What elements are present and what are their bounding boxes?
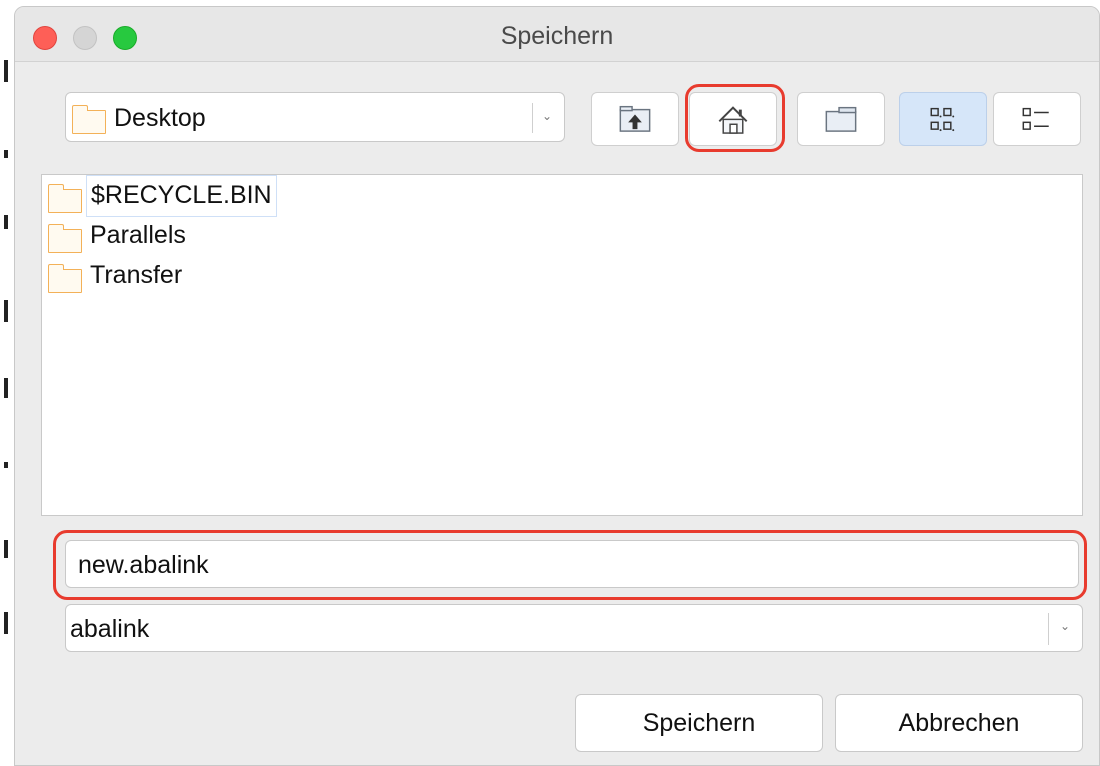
dropdown-divider (1048, 613, 1049, 645)
window-title: Speichern (500, 22, 614, 50)
file-list[interactable]: $RECYCLE.BIN Parallels Transfer (41, 174, 1083, 516)
file-list-item[interactable]: $RECYCLE.BIN (42, 175, 742, 217)
parent-folder-button[interactable] (591, 92, 679, 146)
chevron-down-icon: ⌄ (1060, 619, 1071, 633)
dialog-content: Desktop ⌄ $RECYCLE.BIN Parallels Transfe… (15, 62, 1099, 765)
icon-view-icon (930, 107, 955, 132)
cancel-button[interactable]: Abbrechen (835, 694, 1083, 752)
icon-view-button[interactable] (899, 92, 987, 146)
file-name: $RECYCLE.BIN (86, 175, 277, 217)
folder-icon (47, 184, 82, 213)
filename-input[interactable]: new.abalink (65, 540, 1079, 588)
background-text-fragment (4, 60, 8, 82)
new-folder-icon (825, 106, 857, 132)
background-text-fragment (4, 300, 8, 322)
background-text-fragment (4, 612, 8, 634)
filename-value: new.abalink (78, 551, 209, 579)
title-bar: Speichern (15, 7, 1099, 62)
save-button[interactable]: Speichern (575, 694, 823, 752)
list-view-icon (1022, 107, 1049, 130)
new-folder-button[interactable] (797, 92, 885, 146)
location-label: Desktop (114, 104, 206, 132)
location-dropdown[interactable]: Desktop ⌄ (65, 92, 565, 142)
folder-icon (47, 224, 82, 253)
folder-icon (71, 105, 106, 134)
background-text-fragment (4, 462, 8, 468)
background-text-fragment (4, 378, 8, 398)
file-name: Transfer (90, 261, 183, 289)
background-text-fragment (4, 540, 8, 558)
dropdown-divider (532, 103, 533, 133)
file-list-item[interactable]: Parallels (42, 215, 742, 255)
list-view-button[interactable] (993, 92, 1081, 146)
chevron-down-icon: ⌄ (542, 109, 553, 123)
folder-up-icon (619, 105, 651, 132)
file-list-item[interactable]: Transfer (42, 255, 742, 295)
background-text-fragment (4, 215, 8, 229)
home-icon (718, 106, 748, 134)
background-text-fragment (4, 150, 8, 158)
folder-icon (47, 264, 82, 293)
file-type-select[interactable]: abalink ⌄ (65, 604, 1083, 652)
home-button[interactable] (689, 92, 777, 146)
file-name: Parallels (90, 221, 186, 249)
file-type-value: abalink (70, 615, 150, 643)
save-dialog: Speichern Desktop ⌄ $RECYCLE.BIN Paralle… (14, 6, 1100, 766)
